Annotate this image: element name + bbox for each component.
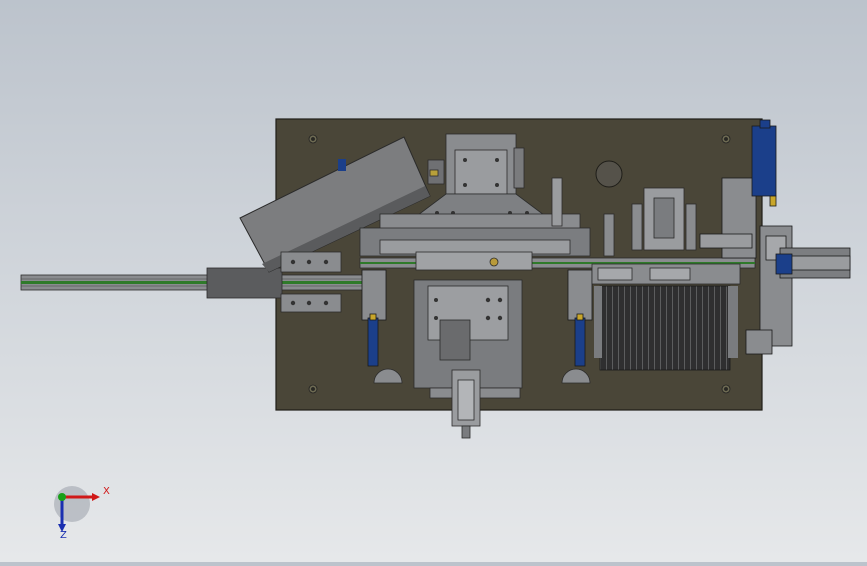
- coordinate-triad: [54, 486, 100, 532]
- triad-x-label: X: [103, 486, 110, 497]
- cad-viewport[interactable]: X Z: [0, 0, 867, 562]
- triad-z-label: Z: [60, 530, 67, 541]
- right-slider: [591, 263, 741, 285]
- pusher-cylinder: [451, 369, 481, 439]
- right-ejector: [745, 225, 851, 355]
- parts-magazine: [594, 285, 738, 371]
- plate-hole: [595, 160, 623, 188]
